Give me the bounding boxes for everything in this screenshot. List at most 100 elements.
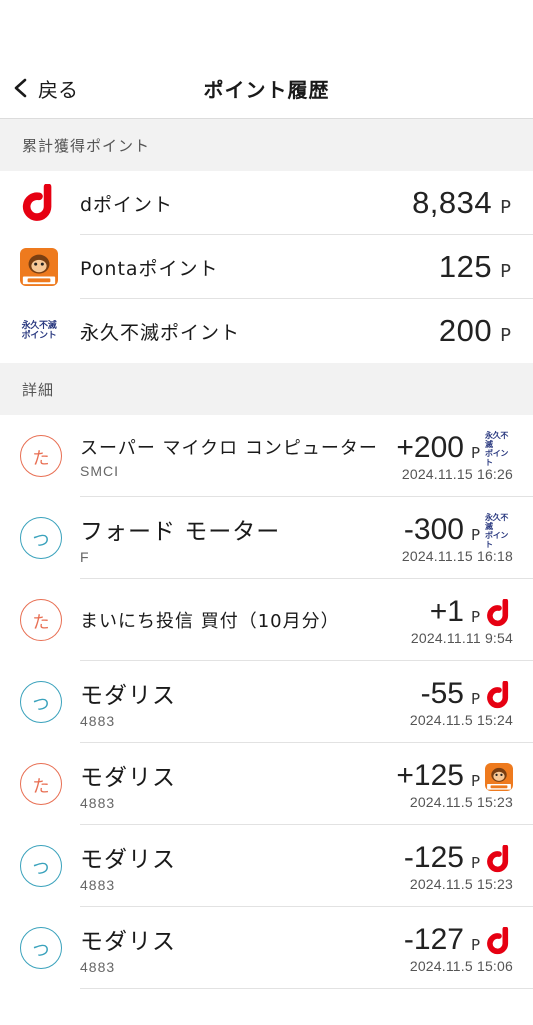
- total-logo: [20, 184, 58, 222]
- history-amount: -127 P 2024.11.5 15:06: [404, 923, 513, 974]
- ponta-logo-icon: [20, 248, 58, 286]
- history-title: モダリス: [80, 846, 176, 873]
- history-timestamp: 2024.11.15 16:18: [401, 547, 513, 564]
- history-text: スーパー マイクロ コンピューター SMCI: [80, 434, 396, 479]
- total-amount-value: 200: [438, 313, 493, 348]
- history-text: モダリス 4883: [80, 840, 404, 893]
- eternal-point-logo-icon: 永久不滅 ポイント: [485, 430, 509, 467]
- d-point-logo-icon: [487, 844, 509, 872]
- history-amount: +125 P 2024.11.5 15:23: [396, 759, 513, 810]
- history-title: モダリス: [80, 764, 176, 791]
- d-point-logo-icon: [22, 184, 52, 221]
- history-amount-value: +125: [396, 758, 464, 792]
- history-timestamp: 2024.11.5 15:23: [409, 875, 513, 892]
- total-amount: 200 P: [439, 313, 511, 349]
- ponta-logo-icon: [485, 762, 513, 791]
- buy-badge: た: [20, 763, 62, 805]
- total-logo: 永久不滅 ポイント: [20, 312, 58, 350]
- total-name: Pontaポイント: [80, 257, 219, 280]
- history-amount-value: -55: [420, 676, 464, 710]
- history-timestamp: 2024.11.11 9:54: [410, 629, 513, 646]
- history-row[interactable]: たまいにち投信 買付（10月分） +1 P 2024.11.11 9:54: [0, 579, 533, 661]
- total-amount-value: 8,834: [412, 185, 493, 220]
- page-title: ポイント履歴: [203, 78, 330, 102]
- history-row[interactable]: たスーパー マイクロ コンピューター SMCI +200 P 永久不滅 ポイント 2024.…: [0, 415, 533, 497]
- totals-header: 累計獲得ポイント: [0, 119, 533, 171]
- d-point-logo-icon: [487, 926, 509, 954]
- history-point-logo: [485, 680, 513, 709]
- details-header: 詳細: [0, 363, 533, 415]
- history-amount-unit: P: [470, 525, 480, 544]
- history-point-logo: [485, 844, 513, 873]
- total-row: dポイント 8,834 P: [0, 171, 533, 235]
- history-point-logo: 永久不滅 ポイント: [485, 430, 513, 467]
- history-timestamp: 2024.11.15 16:26: [401, 465, 513, 482]
- history-amount-unit: P: [470, 607, 480, 626]
- history-amount: -300 P 永久不滅 ポイント 2024.11.15 16:18: [402, 513, 513, 564]
- history-point-logo: [485, 762, 513, 791]
- history-ticker: 4883: [80, 958, 116, 975]
- history-ticker: 4883: [80, 794, 116, 811]
- history-text: モダリス 4883: [80, 676, 410, 729]
- history-timestamp: 2024.11.5 15:23: [409, 793, 513, 810]
- status-bar: [0, 0, 533, 58]
- history-ticker: 4883: [80, 876, 116, 893]
- history-title: モダリス: [80, 682, 176, 709]
- history-row[interactable]: つモダリス 4883 -125 P 2024.11.5 15:23: [0, 825, 533, 907]
- history-amount-unit: P: [470, 443, 480, 462]
- buy-badge: た: [20, 435, 62, 477]
- eternal-point-logo-icon: 永久不滅 ポイント: [485, 512, 509, 549]
- history-title: フォード モーター: [80, 518, 281, 545]
- nav-bar: 戻る ポイント履歴: [0, 58, 533, 119]
- total-amount-unit: P: [500, 325, 511, 346]
- total-name: dポイント: [80, 193, 174, 216]
- history-amount-value: -300: [403, 512, 464, 546]
- totals-list: dポイント 8,834 P Pontaポイント 125 P 永久不滅 ポイント 永久不滅ポイント…: [0, 171, 533, 363]
- history-amount-unit: P: [470, 689, 480, 708]
- history-row[interactable]: たモダリス 4883 +125 P 2024.11.5 15:23: [0, 743, 533, 825]
- eternal-point-logo-icon: 永久不滅 ポイント: [21, 321, 57, 341]
- use-badge: つ: [20, 927, 62, 969]
- history-text: フォード モーター F: [80, 512, 402, 565]
- history-amount: +200 P 永久不滅 ポイント 2024.11.15 16:26: [396, 431, 513, 482]
- d-point-logo-icon: [487, 680, 509, 708]
- total-amount: 8,834 P: [412, 185, 511, 221]
- use-badge: つ: [20, 845, 62, 887]
- history-text: モダリス 4883: [80, 922, 404, 975]
- use-badge: つ: [20, 517, 62, 559]
- total-name: 永久不滅ポイント: [80, 321, 241, 344]
- history-ticker: 4883: [80, 712, 116, 729]
- history-point-logo: [485, 926, 513, 955]
- history-amount: -55 P 2024.11.5 15:24: [410, 677, 513, 728]
- history-ticker: F: [80, 548, 90, 565]
- d-point-logo-icon: [487, 598, 509, 626]
- history-amount: -125 P 2024.11.5 15:23: [404, 841, 513, 892]
- total-row: 永久不滅 ポイント 永久不滅ポイント 200 P: [0, 299, 533, 363]
- total-logo: [20, 248, 58, 286]
- total-row: Pontaポイント 125 P: [0, 235, 533, 299]
- history-amount-unit: P: [470, 771, 480, 790]
- history-amount: +1 P 2024.11.11 9:54: [411, 595, 513, 646]
- history-amount-unit: P: [470, 935, 480, 954]
- history-point-logo: 永久不滅 ポイント: [485, 512, 513, 549]
- history-amount-value: +200: [396, 430, 464, 464]
- total-amount-unit: P: [500, 261, 511, 282]
- history-title: まいにち投信 買付（10月分）: [80, 611, 340, 632]
- details-list: たスーパー マイクロ コンピューター SMCI +200 P 永久不滅 ポイント 2024.…: [0, 415, 533, 989]
- history-text: モダリス 4883: [80, 758, 396, 811]
- history-timestamp: 2024.11.5 15:06: [409, 957, 513, 974]
- history-amount-value: +1: [429, 594, 464, 628]
- history-row[interactable]: つモダリス 4883 -127 P 2024.11.5 15:06: [0, 907, 533, 989]
- history-text: まいにち投信 買付（10月分）: [80, 607, 411, 633]
- total-amount-unit: P: [500, 197, 511, 218]
- history-title: モダリス: [80, 928, 176, 955]
- total-amount-value: 125: [438, 249, 493, 284]
- history-amount-unit: P: [470, 853, 480, 872]
- history-row[interactable]: つモダリス 4883 -55 P 2024.11.5 15:24: [0, 661, 533, 743]
- history-title: スーパー マイクロ コンピューター: [80, 437, 378, 459]
- history-amount-value: -127: [403, 922, 464, 956]
- history-row[interactable]: つフォード モーター F -300 P 永久不滅 ポイント 2024.11.15 16:18: [0, 497, 533, 579]
- history-point-logo: [485, 598, 513, 627]
- buy-badge: た: [20, 599, 62, 641]
- use-badge: つ: [20, 681, 62, 723]
